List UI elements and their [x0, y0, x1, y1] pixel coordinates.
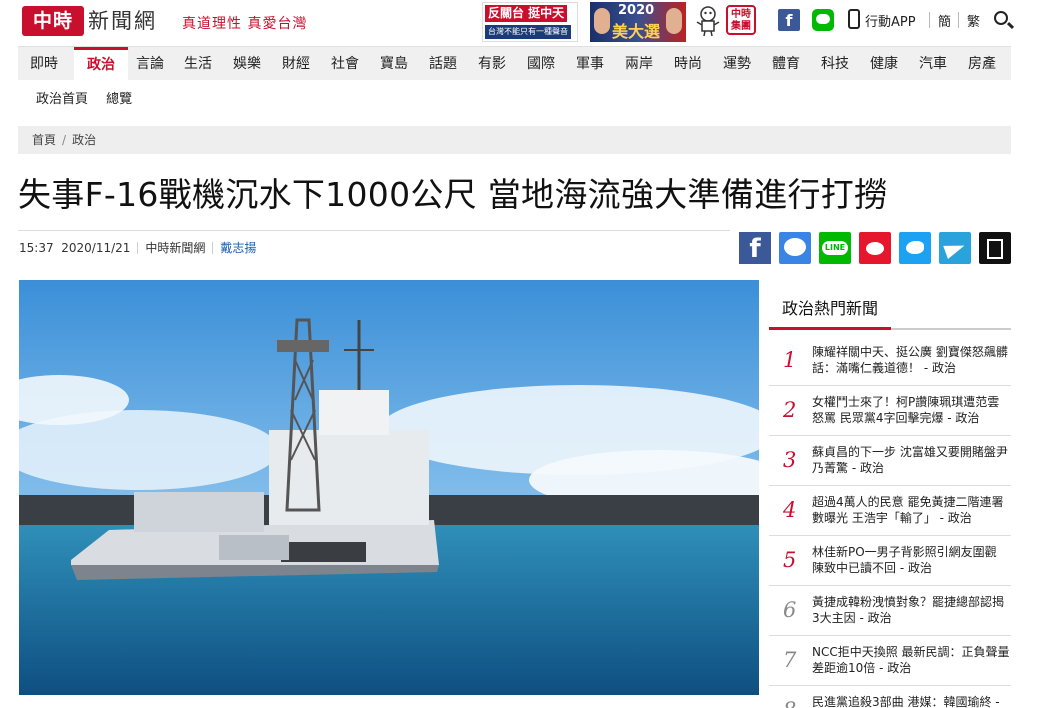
- nav-item-realestate[interactable]: 房產: [964, 47, 1000, 81]
- nav-item-realtime[interactable]: 即時: [26, 47, 62, 81]
- china-times-logo[interactable]: 中時: [22, 6, 84, 36]
- rank-number: 5: [783, 548, 797, 572]
- article-time: 15:37: [19, 241, 54, 255]
- breadcrumb-home[interactable]: 首頁: [32, 133, 56, 147]
- mobile-app-link[interactable]: 行動APP: [865, 11, 916, 30]
- rank-number: 4: [783, 498, 797, 522]
- hot-news-item[interactable]: 3 蘇貞昌的下一步 沈富雄又要開賭盤尹乃菁驚 - 政治: [769, 436, 1011, 486]
- article-date: 2020/11/21: [61, 241, 131, 255]
- simplified-chinese-toggle[interactable]: 簡: [938, 11, 951, 30]
- nav-item-health[interactable]: 健康: [866, 47, 902, 81]
- nav-item-topics[interactable]: 話題: [425, 47, 461, 81]
- messenger-share-icon[interactable]: [779, 232, 811, 264]
- hot-news-text[interactable]: 陳耀祥關中天、挺公廣 劉寶傑怒飆髒話：滿嘴仁義道德！ - 政治: [812, 344, 1010, 376]
- sidebar-title: 政治熱門新聞: [769, 296, 892, 330]
- hot-news-item[interactable]: 8 民進黨追殺3部曲 港媒：韓國瑜終 - 政治: [769, 686, 1011, 708]
- nav-item-video[interactable]: 有影: [474, 47, 510, 81]
- hot-news-text[interactable]: 林佳新PO一男子背影照引網友圍觀 陳致中已讀不回 - 政治: [812, 544, 1010, 576]
- hot-news-item[interactable]: 5 林佳新PO一男子背影照引網友圍觀 陳致中已讀不回 - 政治: [769, 536, 1011, 586]
- breadcrumb-separator: /: [62, 133, 67, 147]
- nav-item-sports[interactable]: 體育: [768, 47, 804, 81]
- nav-item-military[interactable]: 軍事: [572, 47, 608, 81]
- hot-news-text[interactable]: 超過4萬人的民意 罷免黃捷二階連署數曝光 王浩宇「輸了」 - 政治: [812, 494, 1010, 526]
- site-slogan: 真道理性 真愛台灣: [182, 16, 308, 32]
- phone-icon[interactable]: [848, 9, 860, 29]
- hot-news-item[interactable]: 6 黃捷成韓粉洩憤對象？罷捷總部認揭3大主因 - 政治: [769, 586, 1011, 636]
- nav-item-society[interactable]: 社會: [327, 47, 363, 81]
- banner-title: 反關台 挺中天: [485, 5, 568, 22]
- hot-news-text[interactable]: 民進黨追殺3部曲 港媒：韓國瑜終 - 政治: [812, 694, 1010, 708]
- mascot-icon[interactable]: [696, 6, 720, 36]
- divider: [958, 12, 959, 28]
- banner-subtitle: 台灣不能只有一種聲音: [485, 25, 571, 39]
- rank-number: 8: [783, 698, 796, 708]
- sidebar-header: 政治熱門新聞: [769, 296, 1011, 330]
- hot-news-item[interactable]: 4 超過4萬人的民意 罷免黃捷二階連署數曝光 王浩宇「輸了」 - 政治: [769, 486, 1011, 536]
- group-logo[interactable]: 中時 集團: [726, 5, 756, 35]
- rank-number: 1: [783, 348, 797, 372]
- facebook-share-icon[interactable]: f: [739, 232, 771, 264]
- article-hero-image[interactable]: [19, 280, 759, 695]
- divider: [929, 12, 930, 28]
- weibo-share-icon[interactable]: [859, 232, 891, 264]
- article-author[interactable]: 戴志揚: [220, 241, 256, 255]
- search-icon[interactable]: [994, 11, 1008, 25]
- hot-news-text[interactable]: 女權鬥士來了！柯P讚陳珮琪遭范雲怒罵 民眾黨4字回擊完爆 - 政治: [812, 394, 1010, 426]
- hot-news-item[interactable]: 2 女權鬥士來了！柯P讚陳珮琪遭范雲怒罵 民眾黨4字回擊完爆 - 政治: [769, 386, 1011, 436]
- hot-news-list: 1 陳耀祥關中天、挺公廣 劉寶傑怒飆髒話：滿嘴仁義道德！ - 政治 2 女權鬥士來了…: [769, 336, 1011, 708]
- rank-number: 6: [783, 598, 797, 622]
- telegram-share-icon[interactable]: [939, 232, 971, 264]
- article-title: 失事F-16戰機沉水下1000公尺 當地海流強大準備進行打撈: [18, 175, 888, 214]
- nav-item-politics[interactable]: 政治: [74, 47, 128, 81]
- nav-item-auto[interactable]: 汽車: [915, 47, 951, 81]
- site-name[interactable]: 新聞網: [88, 5, 157, 35]
- rank-number: 2: [783, 398, 797, 422]
- hot-news-text[interactable]: NCC拒中天換照 最新民調：正負聲量差距逾10倍 - 政治: [812, 644, 1010, 676]
- twitter-share-icon[interactable]: [899, 232, 931, 264]
- copy-link-icon[interactable]: [979, 232, 1011, 264]
- ctitv-banner[interactable]: 反關台 挺中天 台灣不能只有一種聲音: [482, 2, 578, 42]
- nav-item-tech[interactable]: 科技: [817, 47, 853, 81]
- subnav-politics-home[interactable]: 政治首頁: [36, 92, 88, 107]
- main-nav: 即時 政治 言論 生活 娛樂 財經 社會 寶島 話題 有影 國際 軍事 兩岸 時…: [18, 46, 1011, 81]
- nav-item-life[interactable]: 生活: [180, 47, 216, 81]
- facebook-icon[interactable]: f: [778, 9, 800, 31]
- nav-item-international[interactable]: 國際: [523, 47, 559, 81]
- rank-number: 3: [783, 448, 797, 472]
- breadcrumb-politics[interactable]: 政治: [72, 133, 96, 147]
- nav-item-entertainment[interactable]: 娛樂: [229, 47, 265, 81]
- nav-item-cross-strait[interactable]: 兩岸: [621, 47, 657, 81]
- line-share-icon[interactable]: [819, 232, 851, 264]
- nav-item-finance[interactable]: 財經: [278, 47, 314, 81]
- hot-news-text[interactable]: 蘇貞昌的下一步 沈富雄又要開賭盤尹乃菁驚 - 政治: [812, 444, 1010, 476]
- banner-title: 美大選: [612, 22, 661, 41]
- rank-number: 7: [783, 648, 797, 672]
- site-header: 中時 新聞網 真道理性 真愛台灣 反關台 挺中天 台灣不能只有一種聲音 2020…: [0, 0, 1059, 44]
- nav-item-fashion[interactable]: 時尚: [670, 47, 706, 81]
- hot-news-item[interactable]: 1 陳耀祥關中天、挺公廣 劉寶傑怒飆髒話：滿嘴仁義道德！ - 政治: [769, 336, 1011, 386]
- traditional-chinese-toggle[interactable]: 繁: [967, 11, 980, 30]
- us-election-banner[interactable]: 2020 美大選: [590, 2, 686, 42]
- banner-year: 2020: [618, 3, 655, 18]
- hot-news-item[interactable]: 7 NCC拒中天換照 最新民調：正負聲量差距逾10倍 - 政治: [769, 636, 1011, 686]
- candidate-face-icon: [666, 8, 682, 34]
- nav-item-fortune[interactable]: 運勢: [719, 47, 755, 81]
- sub-nav: 政治首頁 總覽: [36, 88, 146, 107]
- nav-item-opinion[interactable]: 言論: [132, 47, 168, 81]
- candidate-face-icon: [594, 8, 610, 34]
- article-meta: 15:37 2020/11/21 中時新聞網 戴志揚: [19, 239, 256, 256]
- subnav-overview[interactable]: 總覽: [106, 92, 132, 107]
- hot-news-text[interactable]: 黃捷成韓粉洩憤對象？罷捷總部認揭3大主因 - 政治: [812, 594, 1010, 626]
- breadcrumb: 首頁 / 政治: [18, 126, 1011, 154]
- article-source[interactable]: 中時新聞網: [145, 241, 205, 255]
- line-icon[interactable]: [812, 9, 834, 31]
- nav-item-local[interactable]: 寶島: [376, 47, 412, 81]
